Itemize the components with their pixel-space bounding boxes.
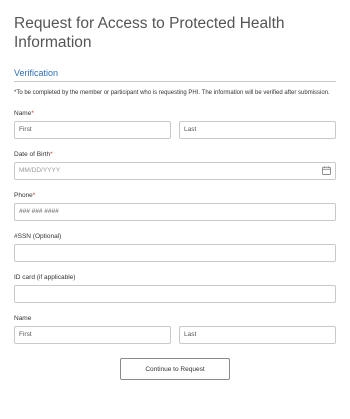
last-name-input[interactable]: Last [179, 121, 336, 139]
ssn-field: #SSN (Optional) [14, 233, 336, 262]
first-name-input[interactable]: First [14, 121, 171, 139]
id-card-label: ID card (if applicable) [14, 274, 76, 281]
phone-input[interactable]: ### ### #### [14, 203, 336, 221]
required-mark: * [50, 151, 53, 158]
verification-section: Verification *To be completed by the mem… [14, 68, 336, 98]
dob-input[interactable]: MM/DD/YYYY [14, 162, 336, 180]
first-name-2-input[interactable]: First [14, 326, 171, 344]
button-row: Continue to Request [14, 358, 336, 380]
dob-field: Date of Birth* MM/DD/YYYY [14, 151, 336, 180]
name2-field: Name First Last [14, 315, 336, 344]
calendar-icon[interactable] [322, 166, 331, 175]
continue-to-request-button[interactable]: Continue to Request [120, 358, 230, 380]
name2-label: Name [14, 315, 32, 322]
section-divider [14, 81, 336, 82]
required-mark: * [32, 192, 36, 199]
id-card-input[interactable] [14, 285, 336, 303]
id-card-field: ID card (if applicable) [14, 274, 336, 303]
request-form-page: Request for Access to Protected Health I… [0, 0, 350, 419]
dob-label: Date of Birth* [14, 151, 53, 158]
phone-label: Phone* [14, 192, 36, 199]
ssn-label: #SSN (Optional) [14, 233, 62, 240]
page-title: Request for Access to Protected Health I… [14, 15, 285, 51]
ssn-input[interactable] [14, 244, 336, 262]
name-field: Name* First Last [14, 110, 336, 139]
name-label: Name* [14, 110, 34, 117]
last-name-2-input[interactable]: Last [179, 326, 336, 344]
section-title: Verification [14, 68, 59, 78]
phone-field: Phone* ### ### #### [14, 192, 336, 221]
verification-note: *To be completed by the member or partic… [14, 90, 330, 96]
required-mark: * [31, 110, 34, 117]
dob-placeholder: MM/DD/YYYY [19, 167, 61, 174]
